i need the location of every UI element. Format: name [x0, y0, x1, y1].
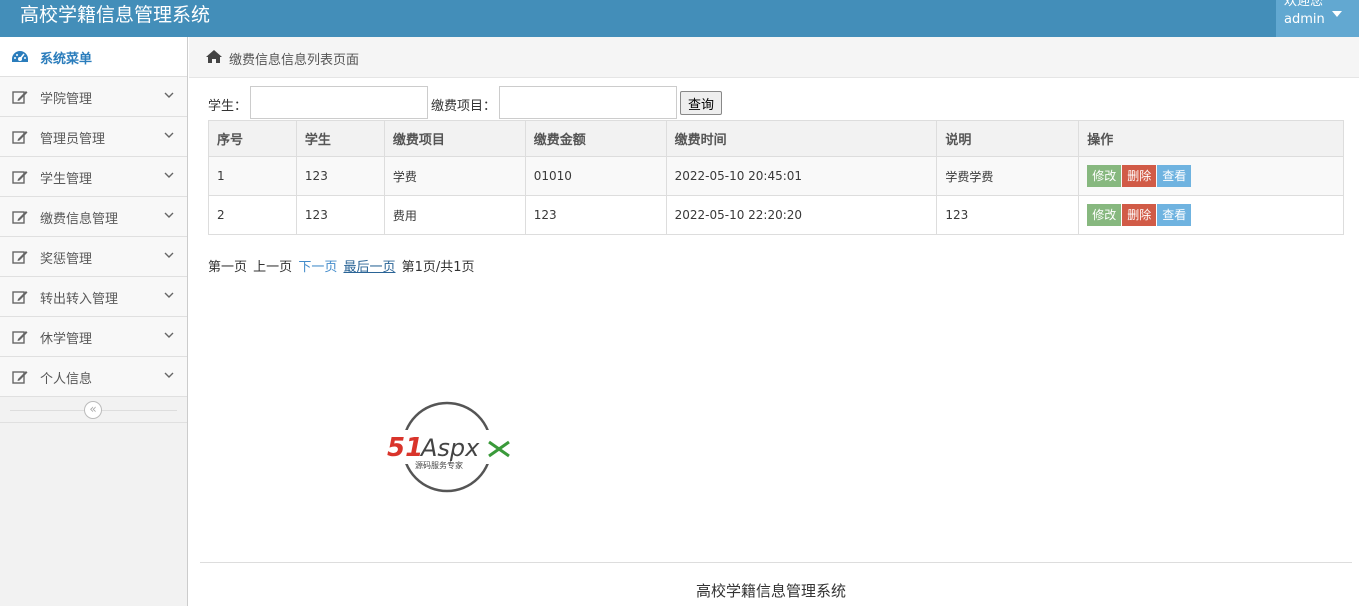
cell-amount: 01010	[524, 156, 667, 196]
cell-time: 2022-05-10 22:20:20	[665, 195, 938, 235]
edit-icon	[12, 171, 28, 184]
cell-actions: 修改 删除 查看	[1078, 195, 1344, 235]
sidebar-item-rewards[interactable]: 奖惩管理	[0, 237, 187, 277]
chevron-down-icon	[164, 252, 174, 258]
cell-index: 1	[208, 156, 297, 196]
payment-item-search-input[interactable]	[499, 86, 677, 119]
sidebar-item-label: 个人信息	[40, 372, 93, 387]
sidebar-item-profile[interactable]: 个人信息	[0, 357, 187, 397]
chevron-down-icon	[164, 292, 174, 298]
cell-amount: 123	[524, 195, 667, 235]
edit-icon	[12, 331, 28, 344]
delete-button[interactable]: 删除	[1122, 165, 1157, 187]
edit-icon	[12, 251, 28, 264]
view-button[interactable]: 查看	[1157, 204, 1192, 226]
sidebar-item-label: 学院管理	[40, 92, 93, 107]
edit-icon	[12, 211, 28, 224]
sidebar: 系统菜单 学院管理 管理员管理 学生管理 缴费信息管理 奖惩管理 转出转入管理 …	[0, 37, 188, 606]
breadcrumb-text: 缴费信息信息列表页面	[229, 53, 360, 68]
sidebar-item-payment[interactable]: 缴费信息管理	[0, 197, 187, 237]
cell-student: 123	[295, 195, 385, 235]
logo-aspx: Aspx	[419, 434, 480, 462]
sidebar-item-label: 学生管理	[40, 172, 93, 187]
collapse-sidebar-button[interactable]: «	[84, 401, 102, 419]
view-button[interactable]: 查看	[1157, 165, 1192, 187]
table-row: 2 123 费用 123 2022-05-10 22:20:20 123 修改删…	[208, 195, 1344, 235]
breadcrumb: 缴费信息信息列表页面	[189, 37, 1359, 78]
sidebar-collapse-row: «	[0, 397, 187, 423]
cell-time: 2022-05-10 20:45:01	[665, 156, 938, 196]
sidebar-item-label: 缴费信息管理	[40, 212, 119, 227]
sidebar-item-admin[interactable]: 管理员管理	[0, 117, 187, 157]
student-label: 学生：	[208, 99, 248, 114]
edit-button[interactable]: 修改	[1087, 165, 1122, 187]
sidebar-item-suspension[interactable]: 休学管理	[0, 317, 187, 357]
column-header-actions: 操作	[1078, 120, 1344, 157]
table-row: 1 123 学费 01010 2022-05-10 20:45:01 学费学费 …	[208, 156, 1344, 196]
cell-note: 123	[936, 195, 1080, 235]
top-navbar: 高校学籍信息管理系统 欢迎您 admin	[0, 0, 1359, 37]
logo-51: 51	[387, 433, 423, 463]
caret-down-icon	[1332, 11, 1342, 17]
search-button[interactable]: 查询	[680, 91, 722, 115]
footer-divider	[200, 562, 1352, 563]
51aspx-logo: 51 Aspx 源码服务专家	[385, 401, 515, 493]
table-header-row: 序号 学生 缴费项目 缴费金额 缴费时间 说明 操作	[208, 120, 1344, 157]
welcome-text: 欢迎您	[1284, 0, 1324, 9]
cell-note: 学费学费	[936, 156, 1080, 196]
column-header-note: 说明	[936, 120, 1080, 157]
payment-table: 序号 学生 缴费项目 缴费金额 缴费时间 说明 操作 1 123 学费 0101…	[208, 120, 1344, 235]
column-header-amount: 缴费金额	[524, 120, 667, 157]
chevron-down-icon	[164, 372, 174, 378]
payment-item-label: 缴费项目：	[431, 99, 497, 114]
home-icon[interactable]	[205, 49, 223, 64]
chevron-down-icon	[164, 332, 174, 338]
edit-button[interactable]: 修改	[1087, 204, 1122, 226]
sidebar-item-student[interactable]: 学生管理	[0, 157, 187, 197]
sidebar-header: 系统菜单	[0, 37, 187, 77]
chevron-down-icon	[164, 92, 174, 98]
chevron-down-icon	[164, 172, 174, 178]
chevron-down-icon	[164, 212, 174, 218]
page-status: 第1页/共1页	[401, 260, 475, 275]
cell-item: 学费	[383, 156, 526, 196]
pagination: 第一页 上一页 下一页 最后一页 第1页/共1页	[208, 256, 477, 275]
next-page-link[interactable]: 下一页	[298, 260, 337, 275]
sidebar-item-label: 管理员管理	[40, 132, 106, 147]
app-title: 高校学籍信息管理系统	[20, 4, 211, 26]
cell-actions: 修改 删除 查看	[1078, 156, 1344, 196]
student-search-input[interactable]	[250, 86, 428, 119]
last-page-link[interactable]: 最后一页	[343, 260, 395, 275]
delete-button[interactable]: 删除	[1122, 204, 1157, 226]
user-menu[interactable]: 欢迎您 admin	[1276, 0, 1359, 37]
edit-icon	[12, 131, 28, 144]
cell-student: 123	[295, 156, 385, 196]
prev-page-link[interactable]: 上一页	[253, 260, 292, 275]
sidebar-item-college[interactable]: 学院管理	[0, 77, 187, 117]
first-page-link[interactable]: 第一页	[208, 260, 247, 275]
dashboard-icon	[12, 51, 28, 62]
edit-icon	[12, 91, 28, 104]
column-header-time: 缴费时间	[665, 120, 938, 157]
sidebar-item-label: 休学管理	[40, 332, 93, 347]
sidebar-title: 系统菜单	[40, 52, 93, 67]
column-header-index: 序号	[208, 120, 297, 157]
chevron-down-icon	[164, 132, 174, 138]
sidebar-item-transfer[interactable]: 转出转入管理	[0, 277, 187, 317]
edit-icon	[12, 291, 28, 304]
column-header-student: 学生	[295, 120, 385, 157]
logo-tagline: 源码服务专家	[415, 460, 463, 470]
cell-item: 费用	[383, 195, 526, 235]
sidebar-item-label: 转出转入管理	[40, 292, 119, 307]
column-header-item: 缴费项目	[383, 120, 526, 157]
edit-icon	[12, 371, 28, 384]
cell-index: 2	[208, 195, 297, 235]
sidebar-item-label: 奖惩管理	[40, 252, 93, 267]
footer-text: 高校学籍信息管理系统	[696, 582, 847, 600]
username: admin	[1284, 12, 1325, 27]
